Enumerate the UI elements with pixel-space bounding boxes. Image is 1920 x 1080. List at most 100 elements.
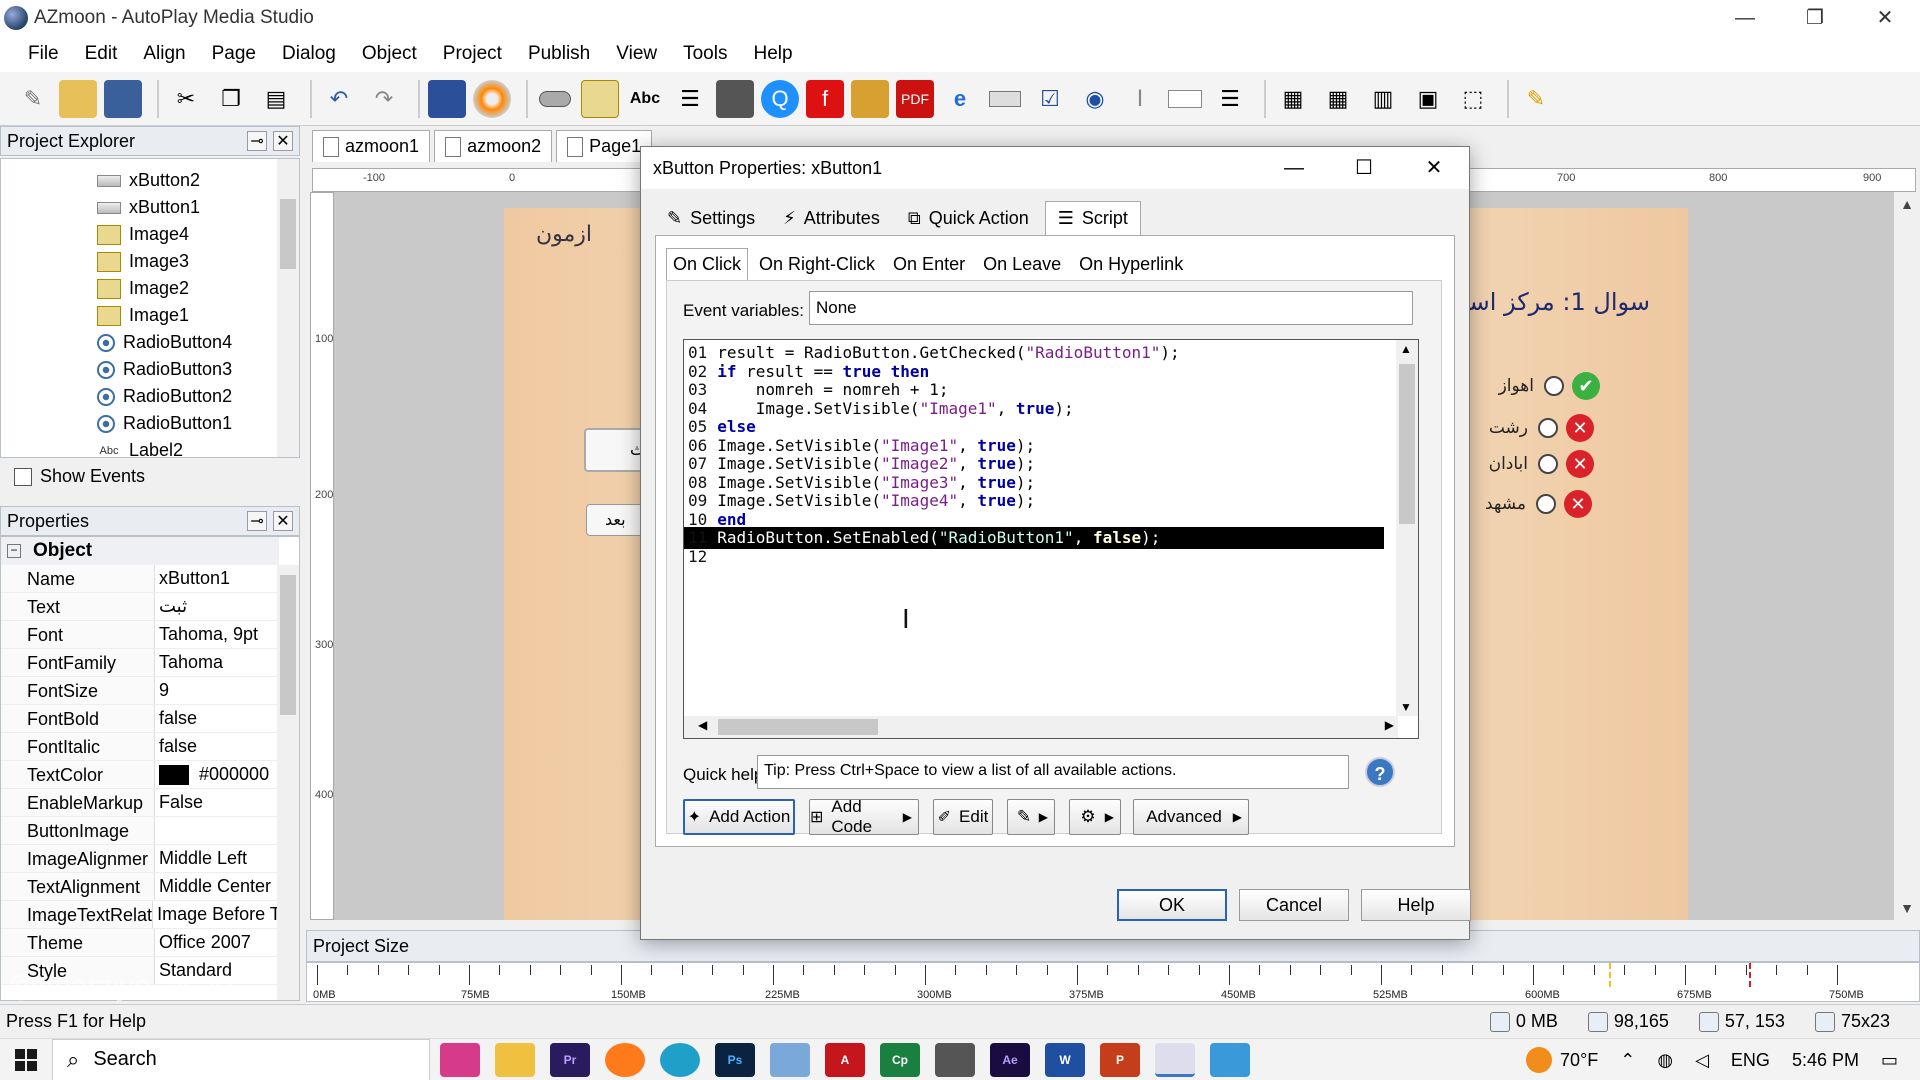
property-row[interactable]: TextColor #000000: [1, 761, 279, 789]
tab-script[interactable]: ☰ Script: [1044, 201, 1141, 235]
property-value[interactable]: False: [155, 792, 203, 813]
dialog-maximize-button[interactable]: ☐: [1329, 147, 1399, 189]
menu-project[interactable]: Project: [443, 43, 502, 65]
acrobat-icon[interactable]: A: [825, 1042, 865, 1077]
subtab-on-enter[interactable]: On Enter: [886, 248, 972, 280]
tree-object-icon[interactable]: ▦: [1274, 80, 1312, 118]
tab-azmoon1[interactable]: azmoon1: [312, 130, 431, 162]
premiere-icon[interactable]: Pr: [550, 1042, 590, 1077]
notifications-icon[interactable]: ▭: [1881, 1050, 1898, 1071]
property-group-object[interactable]: − Object: [1, 537, 279, 565]
property-row[interactable]: Text ثبت: [1, 593, 279, 621]
close-button[interactable]: ✕: [1850, 0, 1920, 36]
answer-option-2[interactable]: رشت ✕: [1489, 414, 1594, 442]
scroll-thumb[interactable]: [280, 575, 296, 715]
explorer-scrollbar[interactable]: [277, 159, 299, 457]
xbutton-object-icon[interactable]: ▣: [1409, 80, 1447, 118]
property-row[interactable]: FontFamily Tahoma: [1, 649, 279, 677]
progress-object-icon[interactable]: ▥: [1364, 80, 1402, 118]
menu-edit[interactable]: Edit: [85, 43, 118, 65]
plugin-object-icon[interactable]: ⬚: [1454, 80, 1492, 118]
help-button[interactable]: Help: [1361, 889, 1471, 921]
property-value[interactable]: Middle Left: [155, 848, 247, 869]
property-value[interactable]: xButton1: [155, 568, 230, 589]
pin-icon[interactable]: ⊸: [247, 131, 267, 151]
minimize-button[interactable]: —: [1710, 0, 1780, 36]
editor-vertical-scrollbar[interactable]: ▲ ▼: [1396, 340, 1418, 716]
close-icon[interactable]: ✕: [273, 131, 293, 151]
tree-item-radiobutton3[interactable]: RadioButton3: [97, 356, 232, 383]
save-icon[interactable]: [104, 79, 142, 118]
restore-button[interactable]: ❐: [1780, 0, 1850, 36]
property-row[interactable]: ImageAlignmer Middle Left: [1, 845, 279, 873]
grid-object-icon[interactable]: ▦: [1319, 80, 1357, 118]
checkbox-object-icon[interactable]: ☑: [1031, 80, 1069, 118]
property-value[interactable]: Tahoma, 9pt: [155, 624, 258, 645]
menu-file[interactable]: File: [28, 43, 59, 65]
tray-chevron-icon[interactable]: ⌃: [1620, 1050, 1635, 1071]
tab-settings[interactable]: ✎ Settings: [655, 201, 767, 235]
tree-item-image2[interactable]: Image2: [97, 275, 189, 302]
color-swatch[interactable]: [159, 764, 189, 785]
taskbar-search[interactable]: ⌕ Search: [52, 1038, 430, 1080]
answer-option-1[interactable]: اهواز ✔: [1499, 372, 1600, 400]
menu-tools[interactable]: Tools: [683, 43, 727, 65]
advanced-button[interactable]: Advanced ▶: [1133, 799, 1249, 835]
pencil-icon[interactable]: ✎: [1517, 80, 1555, 118]
tree-item-image1[interactable]: Image1: [97, 302, 189, 329]
format-button[interactable]: ✎ ▶: [1007, 799, 1055, 835]
flash-object-icon[interactable]: f: [806, 79, 844, 118]
photoshop-icon[interactable]: Ps: [715, 1042, 755, 1077]
add-action-button[interactable]: ✦ Add Action: [683, 799, 795, 835]
property-row[interactable]: Theme Office 2007: [1, 929, 279, 957]
subtab-on-hyperlink[interactable]: On Hyperlink: [1072, 248, 1190, 280]
scroll-thumb[interactable]: [718, 719, 878, 735]
network-app-icon[interactable]: [770, 1042, 810, 1077]
calculator-icon[interactable]: [935, 1042, 975, 1077]
redo-icon[interactable]: ↷: [365, 80, 403, 118]
scroll-down-icon[interactable]: ▼: [1400, 700, 1412, 714]
tree-item-label2[interactable]: Abc Label2: [97, 437, 184, 457]
property-value[interactable]: false: [155, 708, 197, 729]
input-object-icon[interactable]: [986, 80, 1024, 118]
property-row[interactable]: EnableMarkup False: [1, 789, 279, 817]
property-value[interactable]: 9: [155, 680, 169, 701]
next-button-object[interactable]: بعد: [586, 504, 646, 536]
menu-page[interactable]: Page: [212, 43, 256, 65]
combobox-object-icon[interactable]: [1166, 80, 1204, 118]
answer-option-3[interactable]: ابادان ✕: [1489, 450, 1594, 478]
code-line[interactable]: 12: [684, 546, 717, 568]
scroll-up-icon[interactable]: ▲: [1400, 342, 1412, 356]
autoplay-taskbar-icon[interactable]: [1155, 1042, 1195, 1077]
radio-button[interactable]: [1544, 376, 1564, 396]
menu-object[interactable]: Object: [362, 43, 417, 65]
word-icon[interactable]: W: [1045, 1042, 1085, 1077]
security-icon[interactable]: [1210, 1042, 1250, 1077]
tab-quick-action[interactable]: ⧉ Quick Action: [896, 201, 1041, 235]
subtab-on-click[interactable]: On Click: [666, 248, 749, 280]
tree-item-radiobutton1[interactable]: RadioButton1: [97, 410, 232, 437]
copy-icon[interactable]: ❐: [212, 80, 250, 118]
property-value[interactable]: Tahoma: [155, 652, 223, 673]
build-icon[interactable]: [473, 79, 511, 118]
after-effects-icon[interactable]: Ae: [990, 1042, 1030, 1077]
language-indicator[interactable]: ENG: [1731, 1050, 1770, 1071]
scroll-thumb[interactable]: [280, 199, 296, 269]
property-row[interactable]: FontItalic false: [1, 733, 279, 761]
property-row[interactable]: ButtonImage: [1, 817, 279, 845]
tab-page1[interactable]: Page1: [556, 130, 653, 162]
property-row[interactable]: FontSize 9: [1, 677, 279, 705]
dialog-close-button[interactable]: ✕: [1399, 147, 1469, 189]
edge-icon[interactable]: [660, 1042, 700, 1077]
button-object-icon[interactable]: [536, 80, 574, 118]
video-object-icon[interactable]: [716, 79, 754, 118]
menu-publish[interactable]: Publish: [528, 43, 590, 65]
code-line[interactable]: 11 RadioButton.SetEnabled("RadioButton1",…: [684, 527, 1384, 549]
cut-icon[interactable]: ✂: [167, 80, 205, 118]
property-value[interactable]: Middle Center: [155, 876, 271, 897]
listbox-object-icon[interactable]: ☰: [1211, 80, 1249, 118]
property-value[interactable]: Image Before T: [153, 904, 279, 925]
add-code-button[interactable]: ⊞ Add Code ▶: [809, 797, 919, 836]
property-row[interactable]: Font Tahoma, 9pt: [1, 621, 279, 649]
show-events-option[interactable]: Show Events: [14, 466, 145, 487]
